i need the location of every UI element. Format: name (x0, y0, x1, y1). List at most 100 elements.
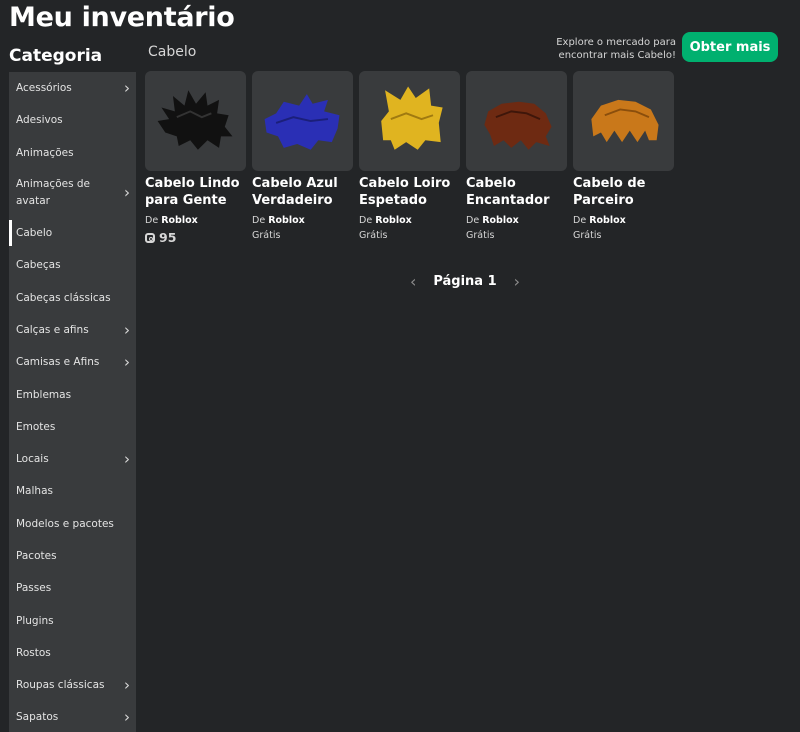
sidebar-item[interactable]: Animações de avatar › (9, 169, 136, 217)
price-value: Grátis (359, 230, 388, 241)
sidebar-item-label: Plugins (16, 614, 54, 627)
next-page-icon[interactable]: › (514, 272, 520, 291)
item-card[interactable]: Cabelo Azul Verdadeiro De Roblox Grátis (252, 71, 354, 241)
sidebar-item[interactable]: Pacotes (9, 540, 136, 572)
sidebar-item[interactable]: Calças e afins › (9, 314, 136, 346)
sidebar-item-label: Rostos (16, 646, 51, 659)
item-thumbnail[interactable] (573, 71, 674, 171)
price-value: Grátis (252, 230, 281, 241)
explore-text-line1: Explore o mercado para (556, 37, 676, 48)
hair-image (157, 90, 232, 150)
item-name[interactable]: Cabelo Encantador (466, 175, 568, 211)
explore-text: Explore o mercado para encontrar mais Ca… (506, 36, 676, 62)
sidebar-item[interactable]: Cabeças clássicas (9, 281, 136, 313)
sidebar-item-label: Modelos e pacotes (16, 517, 114, 530)
sidebar-item[interactable]: Locais › (9, 443, 136, 475)
section-title: Cabelo (148, 44, 197, 60)
page-label: Página 1 (433, 274, 497, 289)
sidebar-item-label: Sapatos (16, 711, 59, 724)
sidebar-item[interactable]: Sapatos › (9, 701, 136, 732)
item-price: Grátis (573, 230, 675, 241)
sidebar-item-label: Adesivos (16, 114, 63, 127)
item-price: Grátis (466, 230, 568, 241)
sidebar-item-label: Cabeças clássicas (16, 291, 111, 304)
sidebar-item[interactable]: Modelos e pacotes (9, 508, 136, 540)
hair-image (483, 101, 552, 150)
sidebar-item-label: Calças e afins (16, 323, 89, 336)
item-name[interactable]: Cabelo Loiro Espetado (359, 175, 461, 211)
chevron-right-icon: › (124, 320, 130, 339)
item-card[interactable]: Cabelo Lindo para Gente De Roblox 95 (145, 71, 247, 245)
creator-name[interactable]: Roblox (589, 215, 626, 226)
chevron-right-icon: › (124, 79, 130, 98)
creator-prefix: De (252, 215, 266, 226)
hair-image (590, 99, 659, 143)
chevron-right-icon: › (124, 353, 130, 372)
item-name[interactable]: Cabelo Lindo para Gente (145, 175, 247, 211)
creator-prefix: De (145, 215, 159, 226)
category-heading: Categoria (9, 46, 103, 66)
creator-prefix: De (466, 215, 480, 226)
sidebar-item[interactable]: Roupas clássicas › (9, 669, 136, 701)
explore-text-line2: encontrar mais Cabelo! (558, 50, 676, 61)
sidebar-item-label: Acessórios (16, 82, 72, 95)
sidebar-item[interactable]: Passes (9, 572, 136, 604)
price-value: Grátis (573, 230, 602, 241)
sidebar-item[interactable]: Emotes (9, 411, 136, 443)
sidebar-item-label: Malhas (16, 485, 53, 498)
chevron-right-icon: › (124, 676, 130, 695)
creator-name[interactable]: Roblox (375, 215, 412, 226)
sidebar-item-label: Emblemas (16, 388, 72, 401)
sidebar-item[interactable]: Acessórios › (9, 72, 136, 104)
sidebar-item-label: Cabelo (16, 227, 53, 240)
creator-name[interactable]: Roblox (161, 215, 198, 226)
sidebar-item-label: Passes (16, 582, 52, 595)
item-creator: De Roblox (359, 215, 461, 226)
category-sidebar: Acessórios › Adesivos Animações Animações de… (9, 72, 136, 732)
sidebar-item[interactable]: Adesivos (9, 104, 136, 136)
chevron-right-icon: › (124, 450, 130, 469)
item-name[interactable]: Cabelo de Parceiro (573, 175, 675, 211)
sidebar-item[interactable]: Camisas e Afins › (9, 346, 136, 378)
sidebar-item-label: Cabeças (16, 259, 61, 272)
creator-name[interactable]: Roblox (482, 215, 519, 226)
creator-prefix: De (359, 215, 373, 226)
sidebar-item[interactable]: Animações (9, 137, 136, 169)
item-thumbnail[interactable] (145, 71, 246, 171)
creator-prefix: De (573, 215, 587, 226)
item-card[interactable]: Cabelo de Parceiro De Roblox Grátis (573, 71, 675, 241)
sidebar-item-label: Emotes (16, 420, 56, 433)
page-title: Meu inventário (9, 2, 235, 33)
creator-name[interactable]: Roblox (268, 215, 305, 226)
sidebar-item[interactable]: Malhas (9, 475, 136, 507)
hair-image (264, 94, 339, 150)
sidebar-item[interactable]: Rostos (9, 637, 136, 669)
sidebar-item[interactable]: Plugins (9, 604, 136, 636)
price-value: Grátis (466, 230, 495, 241)
item-price: Grátis (252, 230, 354, 241)
sidebar-item-label: Pacotes (16, 550, 57, 562)
item-thumbnail[interactable] (359, 71, 460, 171)
sidebar-item-label: Animações de avatar (16, 177, 91, 207)
item-thumbnail[interactable] (252, 71, 353, 171)
price-value: 95 (159, 230, 177, 245)
prev-page-icon[interactable]: ‹ (410, 272, 416, 291)
sidebar-item-label: Roupas clássicas (16, 679, 105, 692)
item-name[interactable]: Cabelo Azul Verdadeiro (252, 175, 354, 211)
item-creator: De Roblox (466, 215, 568, 226)
sidebar-item-label: Locais (16, 453, 49, 466)
chevron-right-icon: › (124, 708, 130, 727)
sidebar-item[interactable]: Emblemas (9, 378, 136, 410)
item-card[interactable]: Cabelo Encantador De Roblox Grátis (466, 71, 568, 241)
item-price: Grátis (359, 230, 461, 241)
item-creator: De Roblox (573, 215, 675, 226)
sidebar-item-label: Animações (16, 146, 74, 159)
item-thumbnail[interactable] (466, 71, 567, 171)
item-creator: De Roblox (252, 215, 354, 226)
robux-icon (145, 232, 155, 243)
item-price: 95 (145, 230, 247, 245)
sidebar-item[interactable]: Cabelo (9, 217, 136, 249)
item-card[interactable]: Cabelo Loiro Espetado De Roblox Grátis (359, 71, 461, 241)
sidebar-item[interactable]: Cabeças (9, 249, 136, 281)
get-more-button[interactable]: Obter mais (682, 32, 778, 62)
